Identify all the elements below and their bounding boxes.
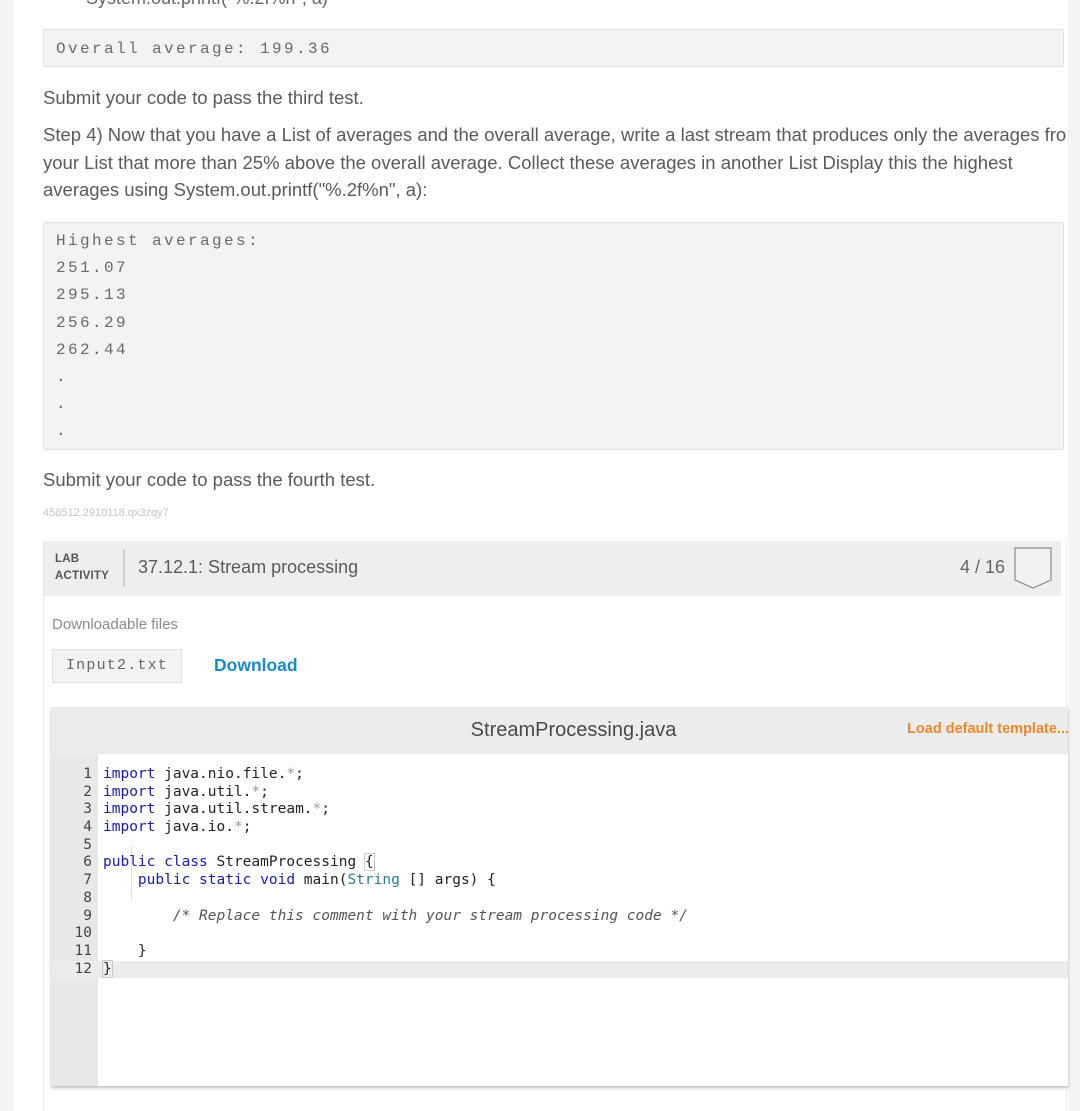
reference-id: 458512.2910118.qx3zqy7: [43, 507, 169, 519]
line-number: 8: [83, 889, 92, 906]
line-number: 12: [74, 960, 92, 977]
code-text: }: [102, 959, 113, 979]
submit-third-test-text: Submit your code to pass the third test.: [43, 87, 364, 108]
code-keyword: import: [103, 801, 156, 818]
downloadable-files-label: Downloadable files: [52, 616, 178, 633]
lab-progress: 4 / 16: [960, 557, 1006, 577]
step4-instructions: Step 4) Now that you have a List of aver…: [43, 124, 1067, 200]
code-text: public class StreamProcessing {: [103, 853, 375, 872]
output-value: 251.07: [56, 259, 129, 278]
code-keyword: public static void: [137, 872, 296, 889]
output-value: 295.13: [56, 286, 129, 305]
header-divider: [123, 550, 125, 586]
line-number: 4: [83, 819, 92, 836]
load-default-template-link[interactable]: Load default template...: [907, 721, 1069, 737]
line-number: 1: [83, 766, 92, 782]
code-line: 9 /* Replace this comment with your stre…: [51, 908, 1068, 926]
code-line: 6 public class StreamProcessing {: [51, 853, 1068, 872]
line-number: 2: [83, 783, 92, 800]
code-line: 2 import java.util.*;: [51, 784, 1068, 802]
code-text: /* Replace this comment with your stream…: [103, 908, 688, 926]
highest-averages-output: Highest averages: 251.07 295.13 256.29 2…: [43, 222, 1064, 450]
matched-brace: {: [363, 853, 375, 872]
code-type: String: [347, 872, 400, 889]
code-line: 12}: [51, 959, 1068, 979]
output-value: 262.44: [56, 340, 129, 359]
line-number: 11: [74, 942, 92, 959]
code-line: 5: [51, 837, 1068, 855]
code-wildcard: *: [251, 783, 261, 800]
code-keyword: import: [103, 766, 156, 782]
code-line: 7 public static void main(String [] args…: [51, 872, 1068, 890]
code-text: public static void main(String [] args) …: [137, 872, 496, 889]
code-line: 10: [51, 925, 1068, 943]
code-editor[interactable]: StreamProcessing.java Load default templ…: [51, 707, 1069, 1086]
code-text: import java.util.*;: [103, 783, 269, 800]
code-text: import java.nio.file.*;: [103, 766, 304, 782]
line-number: 6: [83, 854, 92, 871]
code-text: import java.io.*;: [103, 819, 252, 836]
code-area[interactable]: 1 import java.nio.file.*; 2 import java.uti…: [51, 766, 1068, 979]
editor-header: StreamProcessing.java Load default templ…: [51, 707, 1069, 754]
code-keyword: import: [103, 783, 156, 800]
output-heading: Highest averages:: [56, 232, 261, 250]
code-line: 1 import java.nio.file.*;: [51, 766, 1068, 784]
line-number: 3: [83, 801, 92, 818]
lab-header: LAB ACTIVITY 37.12.1: Stream processing …: [44, 541, 1061, 596]
line-number: 9: [83, 907, 92, 924]
submit-fourth-test-text: Submit your code to pass the fourth test…: [43, 469, 376, 490]
code-comment: /* Replace this comment with your stream…: [172, 907, 688, 924]
code-text: }: [137, 942, 147, 959]
code-line: 8: [51, 890, 1068, 908]
code-line: 3 import java.util.stream.*;: [51, 801, 1068, 819]
code-line: 11 }: [51, 943, 1068, 961]
output-ellipsis: .: [56, 367, 69, 386]
file-name-chip: Input2.txt: [52, 649, 182, 683]
score-shield-icon: [1014, 547, 1052, 589]
output-ellipsis: .: [56, 395, 69, 414]
cut-off-code-text: System.out.printf("%.2f%n", a): [86, 0, 328, 9]
output-ellipsis: .: [56, 422, 69, 441]
lab-title: 37.12.1: Stream processing: [138, 557, 359, 577]
code-keyword: import: [103, 819, 156, 836]
matched-brace: }: [102, 959, 113, 978]
code-text: import java.util.stream.*;: [103, 801, 330, 818]
code-wildcard: *: [312, 801, 322, 818]
line-number: 7: [83, 872, 92, 889]
line-number: 5: [83, 836, 92, 853]
overall-average-output: Overall average: 199.36: [43, 29, 1064, 67]
code-keyword: public class: [103, 854, 208, 871]
page-content: System.out.printf("%.2f%n", a) Overall a…: [14, 0, 1069, 1111]
lab-tag-line2: ACTIVITY: [55, 570, 109, 582]
code-wildcard: *: [233, 819, 243, 836]
line-number: 10: [74, 925, 92, 942]
code-line: 4 import java.io.*;: [51, 819, 1068, 837]
lab-tag-line1: LAB: [55, 553, 80, 565]
lab-activity: LAB ACTIVITY 37.12.1: Stream processing …: [43, 541, 1069, 1111]
code-wildcard: *: [286, 766, 296, 782]
output-value: 256.29: [56, 313, 129, 332]
lab-activity-tag: LAB ACTIVITY: [55, 551, 109, 585]
download-link[interactable]: Download: [214, 655, 298, 676]
